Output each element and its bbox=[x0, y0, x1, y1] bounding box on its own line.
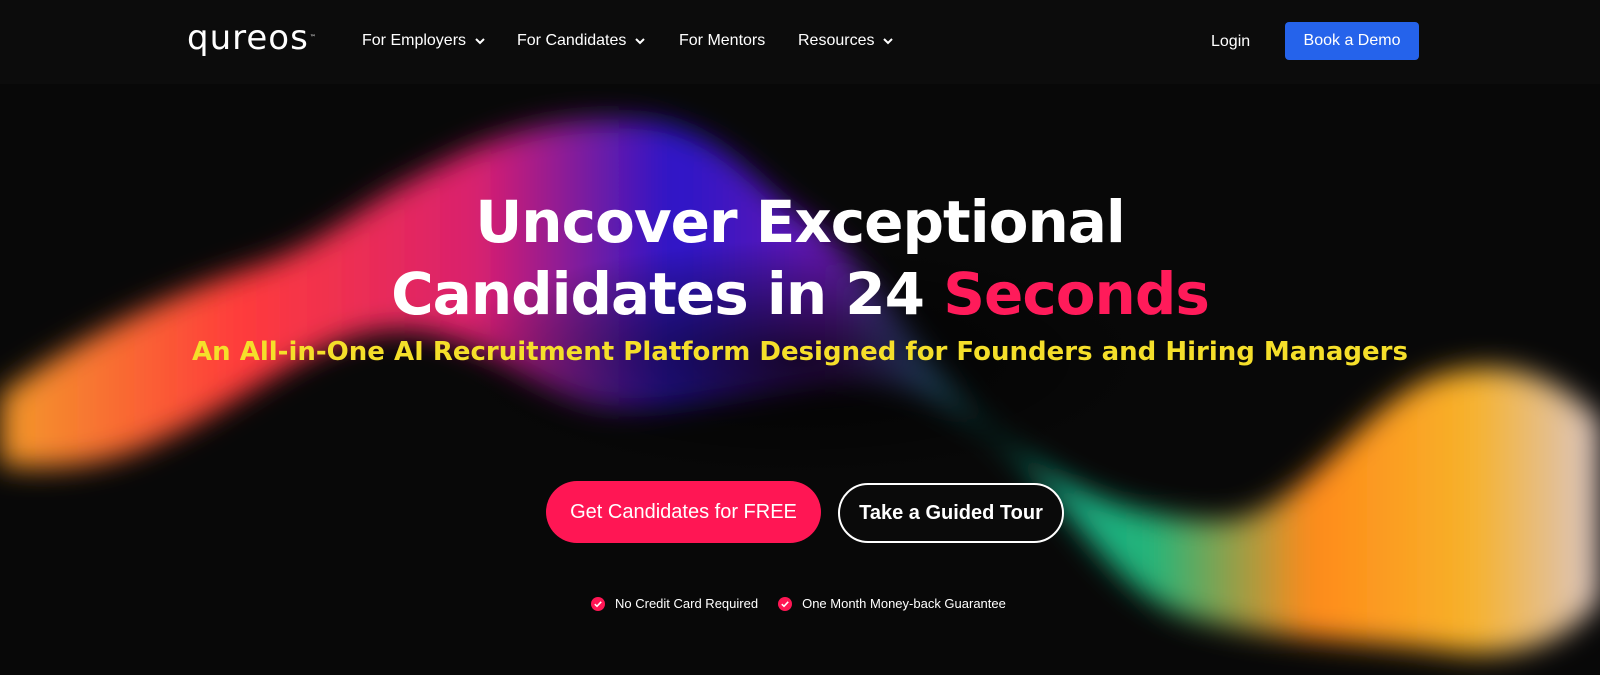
login-link[interactable]: Login bbox=[1211, 31, 1250, 53]
guarantee-item: One Month Money-back Guarantee bbox=[778, 595, 1006, 613]
nav-item-label: For Employers bbox=[362, 32, 467, 49]
nav-for-employers[interactable]: For Employers bbox=[362, 30, 486, 52]
guarantee-list: No Credit Card Required One Month Money-… bbox=[591, 595, 1006, 613]
top-navigation: qureos™ For Employers For Candidates For… bbox=[0, 0, 1600, 84]
book-demo-button[interactable]: Book a Demo bbox=[1285, 22, 1419, 60]
nav-item-label: For Candidates bbox=[517, 32, 627, 49]
qureos-logo[interactable]: qureos™ bbox=[187, 18, 317, 58]
hero-title-accent: Seconds bbox=[943, 260, 1210, 328]
hero-subtitle: An All-in-One AI Recruitment Platform De… bbox=[192, 337, 1408, 367]
nav-item-label: Resources bbox=[798, 32, 875, 49]
chevron-down-icon bbox=[635, 38, 646, 45]
check-circle-icon bbox=[778, 597, 793, 611]
nav-for-candidates[interactable]: For Candidates bbox=[517, 30, 646, 52]
nav-for-mentors[interactable]: For Mentors bbox=[679, 30, 765, 52]
guarantee-item: No Credit Card Required bbox=[591, 595, 758, 613]
guarantee-label: No Credit Card Required bbox=[615, 596, 759, 611]
hero-title-line1: Uncover Exceptional bbox=[475, 188, 1126, 256]
get-candidates-button[interactable]: Get Candidates for FREE bbox=[546, 481, 821, 543]
hero-title: Uncover Exceptional Candidates in 24 Sec… bbox=[0, 186, 1600, 330]
logo-text: qureos bbox=[187, 18, 309, 58]
chevron-down-icon bbox=[475, 38, 485, 45]
nav-item-label: For Mentors bbox=[679, 32, 766, 49]
guided-tour-button[interactable]: Take a Guided Tour bbox=[838, 483, 1064, 543]
nav-resources[interactable]: Resources bbox=[798, 30, 894, 52]
chevron-down-icon bbox=[883, 38, 894, 45]
logo-trademark: ™ bbox=[309, 34, 317, 41]
check-circle-icon bbox=[591, 597, 605, 611]
hero-title-line2: Candidates in 24 bbox=[391, 260, 944, 328]
guarantee-label: One Month Money-back Guarantee bbox=[802, 596, 1006, 611]
